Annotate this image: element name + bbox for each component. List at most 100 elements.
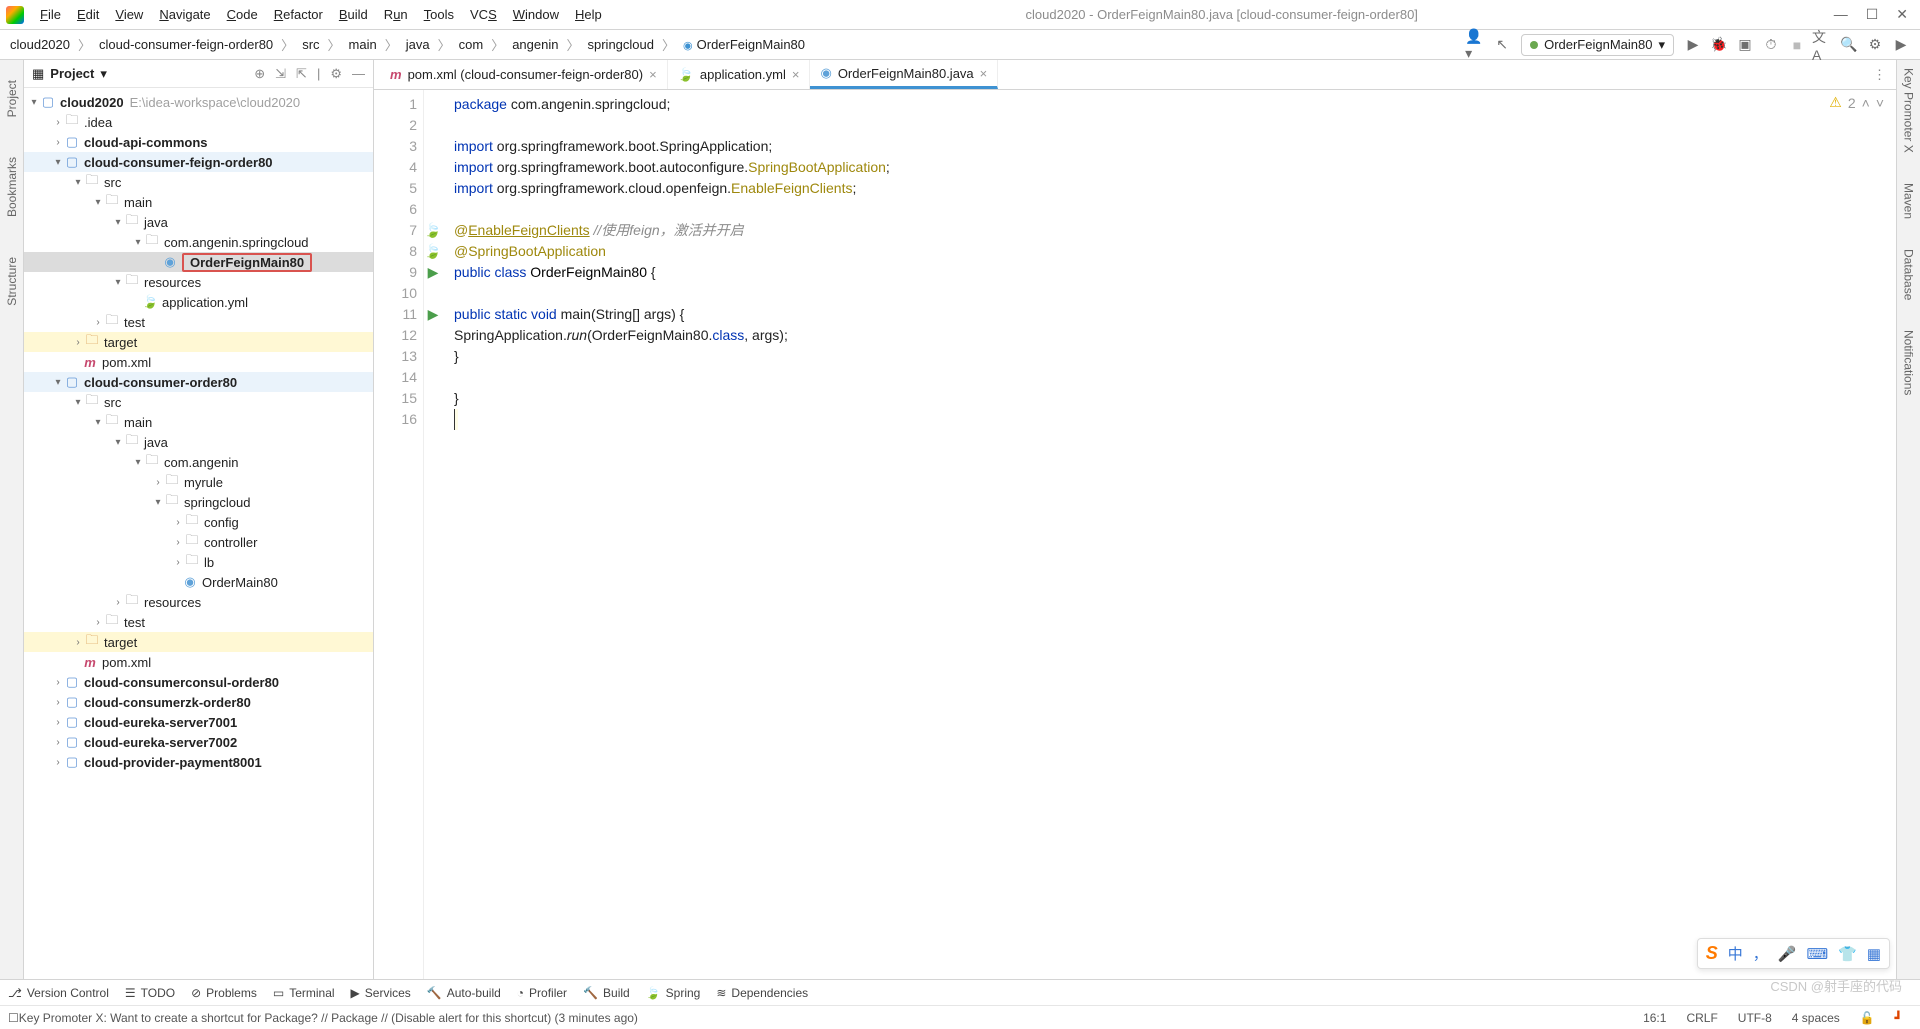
locate-icon[interactable]: ⊕ [254, 66, 265, 82]
chevron-down-icon[interactable]: ˅ [1876, 95, 1884, 111]
menu-navigate[interactable]: Navigate [151, 7, 218, 22]
crumb[interactable]: OrderFeignMain80 [679, 35, 809, 54]
profile-button[interactable]: ⏱ [1760, 34, 1782, 56]
crumb[interactable]: main [345, 35, 381, 54]
status-message: Key Promoter X: Want to create a shortcu… [19, 1011, 1633, 1025]
code-editor[interactable]: 12345678910111213141516 🍃 🍃 ▶ ▶ package … [374, 90, 1896, 979]
readonly-icon[interactable]: 🔓 [1850, 1011, 1885, 1025]
package-icon: 🗀 [164, 491, 180, 513]
database-tool-tab[interactable]: Database [1902, 249, 1916, 300]
close-tab-icon[interactable]: × [649, 67, 657, 82]
ime-lang[interactable]: 中 [1728, 943, 1743, 964]
editor-tab-active[interactable]: ◉OrderFeignMain80.java× [810, 60, 998, 89]
menubar: File Edit View Navigate Code Refactor Bu… [0, 0, 1920, 30]
close-tab-icon[interactable]: × [792, 67, 800, 82]
collapse-icon[interactable]: ⇱ [296, 66, 307, 82]
project-tool-tab[interactable]: Project [5, 80, 19, 117]
bean-icon[interactable]: 🍃 [424, 222, 441, 239]
crumb[interactable]: springcloud [584, 35, 659, 54]
tw-todo[interactable]: ☰ TODO [125, 986, 175, 1000]
crumb[interactable]: java [402, 35, 434, 54]
tw-profiler[interactable]: ◔ Profiler [517, 986, 567, 1000]
maximize-button[interactable]: ☐ [1866, 6, 1879, 23]
chevron-up-icon[interactable]: ˄ [1862, 95, 1870, 111]
run-button[interactable]: ▶ [1682, 34, 1704, 56]
editor-tab[interactable]: 🍃application.yml× [668, 60, 811, 89]
ime-keyboard-icon[interactable]: ⌨ [1806, 945, 1828, 963]
menu-view[interactable]: View [107, 7, 151, 22]
user-icon[interactable]: 👤▾ [1465, 34, 1487, 56]
notifications-tool-tab[interactable]: Notifications [1902, 330, 1916, 395]
indent-setting[interactable]: 4 spaces [1782, 1011, 1850, 1025]
menu-edit[interactable]: Edit [69, 7, 107, 22]
tw-terminal[interactable]: ▭ Terminal [273, 986, 335, 1000]
menu-run[interactable]: Run [376, 7, 416, 22]
ime-grid-icon[interactable]: ▦ [1867, 945, 1881, 963]
ime-mic-icon[interactable]: 🎤 [1778, 945, 1797, 963]
crumb[interactable]: cloud-consumer-feign-order80 [95, 35, 277, 54]
tw-autobuild[interactable]: 🔨 Auto-build [427, 986, 501, 1000]
editor-tab[interactable]: mpom.xml (cloud-consumer-feign-order80)× [380, 60, 668, 89]
settings-icon[interactable]: ⚙ [1864, 34, 1886, 56]
tw-problems[interactable]: ⊘ Problems [191, 986, 257, 1000]
chevron-down-icon[interactable]: ▾ [100, 66, 107, 82]
crumb[interactable]: angenin [508, 35, 562, 54]
menu-vcs[interactable]: VCS [462, 7, 505, 22]
ime-punct-icon[interactable]: ， [1753, 943, 1768, 964]
crumb[interactable]: cloud2020 [6, 35, 74, 54]
search-icon[interactable]: 🔍 [1838, 34, 1860, 56]
run-config-selector[interactable]: OrderFeignMain80▾ [1521, 34, 1674, 56]
watermark: CSDN @射手座的代码 [1770, 976, 1902, 995]
ime-toolbar[interactable]: S 中 ， 🎤 ⌨ 👕 ▦ [1697, 938, 1890, 969]
menu-help[interactable]: Help [567, 7, 610, 22]
menu-build[interactable]: Build [331, 7, 376, 22]
project-tree[interactable]: ▾▢cloud2020E:\idea-workspace\cloud2020 ›… [24, 88, 373, 979]
menu-window[interactable]: Window [505, 7, 567, 22]
tw-version-control[interactable]: ⎇ Version Control [8, 986, 109, 1000]
status-icon[interactable]: ☐ [8, 1011, 19, 1025]
menu-refactor[interactable]: Refactor [266, 7, 331, 22]
tw-dependencies[interactable]: ≋ Dependencies [716, 986, 808, 1000]
ide-error-icon[interactable]: ┛ [1885, 1011, 1912, 1025]
sidebar-header: ▦Project ▾ ⊕ ⇲ ⇱ | ⚙ — [24, 60, 373, 88]
close-button[interactable]: ✕ [1896, 6, 1908, 23]
tab-more-icon[interactable]: ⋮ [1863, 67, 1896, 83]
code-token: @SpringBootApplication [454, 243, 606, 259]
tab-label: OrderFeignMain80.java [838, 66, 974, 81]
minimize-button[interactable]: — [1834, 6, 1848, 23]
debug-button[interactable]: 🐞 [1708, 34, 1730, 56]
file-encoding[interactable]: UTF-8 [1728, 1011, 1782, 1025]
structure-tool-tab[interactable]: Structure [5, 257, 19, 306]
code-content[interactable]: package com.angenin.springcloud; import … [442, 90, 1896, 979]
gear-icon[interactable]: ⚙ [330, 66, 342, 82]
stop-button[interactable]: ■ [1786, 34, 1808, 56]
close-tab-icon[interactable]: × [980, 66, 988, 81]
menu-code[interactable]: Code [219, 7, 266, 22]
maven-tool-tab[interactable]: Maven [1902, 183, 1916, 219]
crumb[interactable]: src [298, 35, 323, 54]
tw-spring[interactable]: 🍃 Spring [646, 986, 701, 1000]
coverage-button[interactable]: ▣ [1734, 34, 1756, 56]
tw-build[interactable]: 🔨 Build [583, 986, 630, 1000]
expand-icon[interactable]: ⇲ [275, 66, 286, 82]
menu-tools[interactable]: Tools [416, 7, 462, 22]
bean-icon[interactable]: 🍃 [424, 243, 441, 260]
inspection-badge[interactable]: ⚠2 ˄˅ [1829, 94, 1884, 111]
code-token: OrderFeignMain80 [530, 264, 647, 280]
back-icon[interactable]: ↖ [1491, 34, 1513, 56]
ime-skin-icon[interactable]: 👕 [1838, 945, 1857, 963]
tree-node-selected[interactable]: ◉OrderFeignMain80 [24, 252, 373, 272]
app-logo-icon [6, 6, 24, 24]
key-promoter-tool-tab[interactable]: Key Promoter X [1902, 68, 1916, 153]
menu-file[interactable]: File [32, 7, 69, 22]
line-separator[interactable]: CRLF [1676, 1011, 1727, 1025]
hide-icon[interactable]: — [352, 66, 365, 82]
translate-icon[interactable]: 文A [1812, 34, 1834, 56]
play-icon[interactable]: ▶ [1890, 34, 1912, 56]
tw-services[interactable]: ▶ Services [351, 986, 411, 1000]
run-gutter-icon[interactable]: ▶ [428, 306, 439, 323]
crumb[interactable]: com [455, 35, 488, 54]
run-gutter-icon[interactable]: ▶ [428, 264, 439, 281]
bookmarks-tool-tab[interactable]: Bookmarks [5, 157, 19, 217]
caret-position[interactable]: 16:1 [1633, 1011, 1676, 1025]
